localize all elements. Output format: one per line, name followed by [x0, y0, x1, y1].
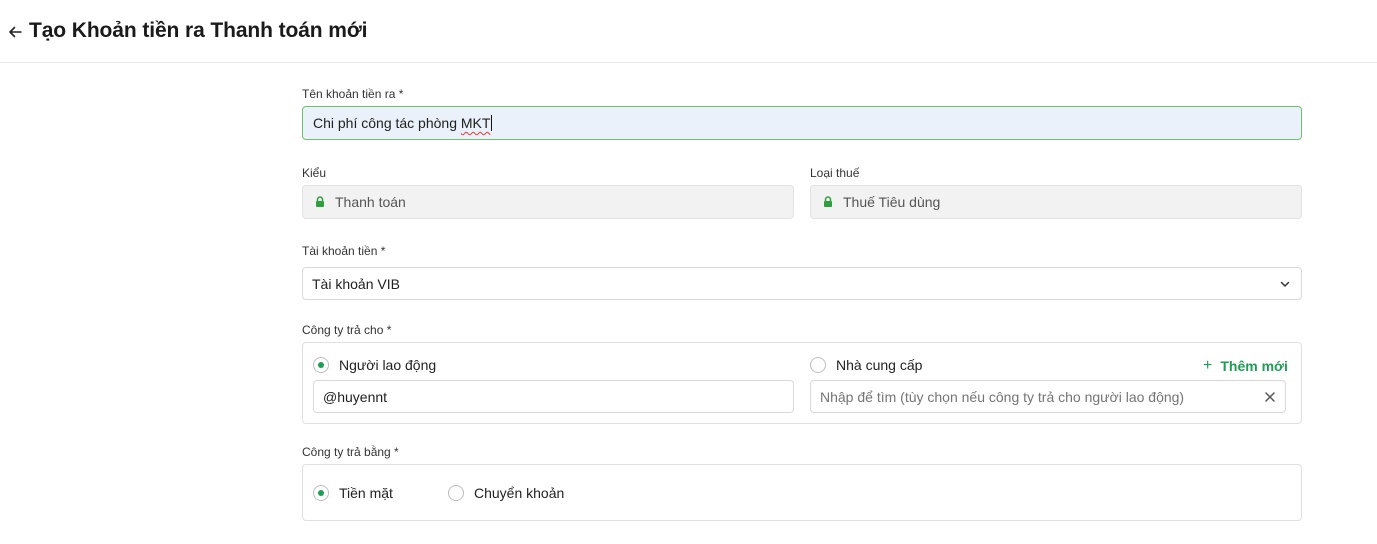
tax-type-value: Thuế Tiêu dùng: [843, 194, 941, 210]
add-new-label: Thêm mới: [1220, 358, 1288, 374]
employee-input[interactable]: @huyennt: [313, 380, 794, 413]
supplier-search-placeholder: Nhập để tìm (tùy chọn nếu công ty trả ch…: [820, 388, 1185, 405]
add-new-button[interactable]: + Thêm mới: [1203, 357, 1288, 375]
pay-to-group: Người lao động Nhà cung cấp + Thêm mới @…: [302, 342, 1302, 424]
pay-by-transfer-label[interactable]: Chuyển khoản: [474, 485, 564, 501]
pay-by-cash-radio[interactable]: [313, 485, 329, 501]
page-header: Tạo Khoản tiền ra Thanh toán mới: [0, 0, 1377, 63]
account-selected-value: Tài khoản VIB: [312, 275, 400, 292]
name-input[interactable]: Chi phí công tác phòng MKT: [302, 106, 1302, 140]
pay-by-transfer-radio[interactable]: [448, 485, 464, 501]
pay-to-supplier-radio[interactable]: [810, 357, 826, 373]
back-arrow-icon[interactable]: [7, 24, 23, 40]
page-title: Tạo Khoản tiền ra Thanh toán mới: [29, 19, 368, 42]
lock-icon: [824, 196, 832, 207]
type-label: Kiểu: [302, 166, 327, 180]
pay-by-cash-label[interactable]: Tiền mặt: [339, 485, 393, 501]
name-value-prefix: Chi phí công tác phòng: [313, 115, 461, 131]
plus-icon: +: [1203, 357, 1213, 374]
text-caret: [491, 115, 493, 131]
name-label: Tên khoản tiền ra *: [302, 87, 404, 101]
name-value-misspelled: MKT: [460, 115, 491, 131]
name-input-value: Chi phí công tác phòng MKT: [313, 115, 490, 131]
pay-to-supplier-label[interactable]: Nhà cung cấp: [836, 357, 922, 373]
close-icon[interactable]: [1264, 391, 1276, 403]
chevron-down-icon: [1280, 281, 1290, 287]
pay-to-employee-label[interactable]: Người lao động: [339, 357, 436, 373]
tax-type-label: Loại thuế: [810, 166, 860, 180]
type-field: Thanh toán: [302, 185, 794, 219]
account-select[interactable]: Tài khoản VIB: [302, 267, 1302, 300]
lock-icon: [316, 196, 324, 207]
account-label: Tài khoản tiền *: [302, 244, 386, 258]
pay-by-label: Công ty trả bằng *: [302, 445, 399, 459]
employee-input-value: @huyennt: [323, 388, 388, 405]
tax-type-field: Thuế Tiêu dùng: [810, 185, 1302, 219]
pay-to-employee-radio[interactable]: [313, 357, 329, 373]
pay-by-group: Tiền mặt Chuyển khoản: [302, 464, 1302, 521]
supplier-search-input[interactable]: Nhập để tìm (tùy chọn nếu công ty trả ch…: [810, 380, 1286, 413]
pay-to-label: Công ty trả cho *: [302, 323, 392, 337]
type-value: Thanh toán: [335, 194, 406, 210]
